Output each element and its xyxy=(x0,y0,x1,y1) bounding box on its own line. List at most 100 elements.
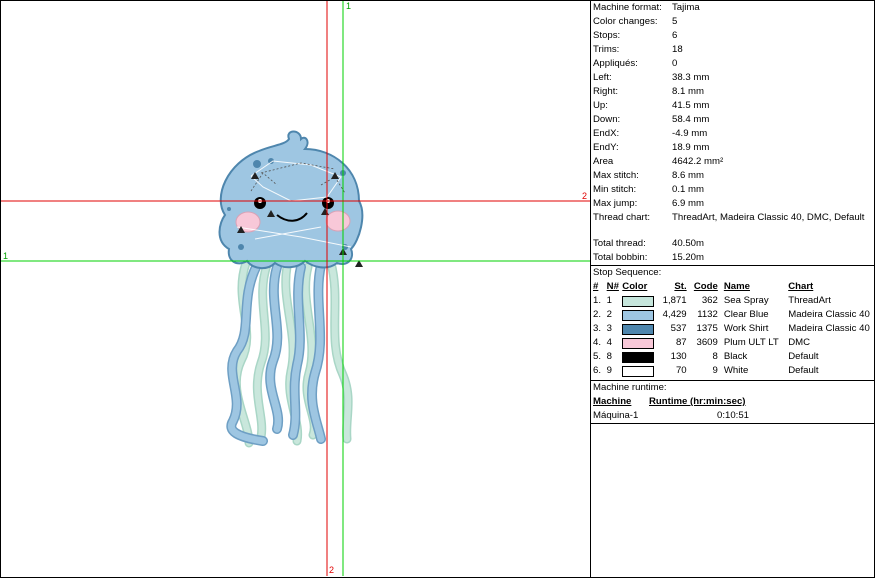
stop-index: 5. xyxy=(593,351,602,362)
stat-row: Right: 8.1 mm xyxy=(591,85,874,99)
stat-row: Appliqués: 0 xyxy=(591,57,874,71)
stitch-count: 537 xyxy=(670,323,687,334)
color-cell xyxy=(622,308,659,322)
stat-label: Down: xyxy=(593,114,621,125)
stop-sequence-row: 1. 1 1,871 362 Sea Spray ThreadArt xyxy=(591,294,874,308)
thread-chart: DMC xyxy=(788,337,811,348)
col-needle-header: N# xyxy=(606,281,619,292)
col-runtime-header: Runtime (hr:min:sec) xyxy=(649,396,746,407)
col-color-header: Color xyxy=(622,281,648,292)
stat-label: Total thread: xyxy=(593,238,646,249)
stop-sequence-row: 6. 9 70 9 White Default xyxy=(591,364,874,378)
machine-runtime-header: Machine Runtime (hr:min:sec) xyxy=(591,395,874,409)
stop-sequence-rows: 1. 1 1,871 362 Sea Spray ThreadArt 2. 2 4,429 113… xyxy=(591,294,874,378)
stat-value: 8.6 mm xyxy=(672,170,704,181)
green-axis-label-left: 1 xyxy=(3,251,9,261)
stat-value: 8.1 mm xyxy=(672,86,704,97)
col-stitches-header: St. xyxy=(674,281,687,292)
stat-label: Max stitch: xyxy=(593,170,639,181)
stat-value: 40.50m xyxy=(672,238,704,249)
thread-chart: Default xyxy=(788,365,819,376)
stat-row: Trims: 18 xyxy=(591,43,874,57)
stat-value: 58.4 mm xyxy=(672,114,710,125)
stat-label: Min stitch: xyxy=(593,184,637,195)
needle-number: 3 xyxy=(606,323,612,334)
stitch-count: 1,871 xyxy=(662,295,687,306)
color-swatch xyxy=(622,351,655,363)
stop-sequence-row: 4. 4 87 3609 Plum ULT LT DMC xyxy=(591,336,874,350)
stop-index: 2. xyxy=(593,309,602,320)
thread-name: White xyxy=(723,365,749,376)
color-swatch xyxy=(622,323,655,335)
color-cell xyxy=(622,364,659,378)
thread-name: Plum ULT LT xyxy=(723,337,779,348)
stat-label: Area xyxy=(593,156,614,167)
stat-value: 38.3 mm xyxy=(672,72,710,83)
col-index-header: # xyxy=(593,281,599,292)
stat-row: EndX: -4.9 mm xyxy=(591,127,874,141)
stat-row: Max stitch: 8.6 mm xyxy=(591,169,874,183)
needle-number: 8 xyxy=(606,351,612,362)
stop-index: 4. xyxy=(593,337,602,348)
red-axis-label-right: 2 xyxy=(582,191,588,201)
right-cheek xyxy=(325,210,351,232)
stat-row: EndY: 18.9 mm xyxy=(591,141,874,155)
color-swatch xyxy=(622,295,655,307)
stat-value: 0 xyxy=(672,58,678,69)
runtime-value: 0:10:51 xyxy=(717,410,750,421)
stat-value: 41.5 mm xyxy=(672,100,710,111)
col-machine-header: Machine xyxy=(593,396,632,407)
color-cell xyxy=(622,350,659,364)
stat-label: Max jump: xyxy=(593,198,638,209)
stat-label: Machine format: xyxy=(593,2,662,13)
color-cell xyxy=(622,322,659,336)
design-statistics: Machine format: Tajima Color changes: 5 Stop… xyxy=(591,1,874,265)
stop-sequence-header: # N# Color St. Code Name Chart xyxy=(591,280,874,294)
stat-value: 0.1 mm xyxy=(672,184,704,195)
stop-sequence-title: Stop Sequence: xyxy=(593,267,662,278)
thread-name: Black xyxy=(723,351,748,362)
stop-index: 1. xyxy=(593,295,602,306)
stat-label: Total bobbin: xyxy=(593,252,648,263)
stat-label: Stops: xyxy=(593,30,621,41)
design-preview: 1 1 2 2 xyxy=(1,1,590,576)
stat-value: ThreadArt, Madeira Classic 40, DMC, Defa… xyxy=(672,212,865,223)
stop-index: 6. xyxy=(593,365,602,376)
stat-label: Appliqués: xyxy=(593,58,638,69)
machine-runtime-row: Máquina-1 0:10:51 xyxy=(591,409,874,423)
green-axis-label-top: 1 xyxy=(346,1,352,11)
color-swatch xyxy=(622,309,655,321)
stat-row: Max jump: 6.9 mm xyxy=(591,197,874,211)
stop-index: 3. xyxy=(593,323,602,334)
thread-chart: Madeira Classic 40 xyxy=(788,323,870,334)
thread-name: Work Shirt xyxy=(723,323,769,334)
stat-label: Color changes: xyxy=(593,16,658,27)
stat-row: Min stitch: 0.1 mm xyxy=(591,183,874,197)
stat-label: Trims: xyxy=(593,44,620,55)
thread-code: 1375 xyxy=(696,323,718,334)
stat-label: EndY: xyxy=(593,142,619,153)
stop-sequence-row: 5. 8 130 8 Black Default xyxy=(591,350,874,364)
machine-name: Máquina-1 xyxy=(593,410,639,421)
thread-name: Sea Spray xyxy=(723,295,769,306)
needle-number: 2 xyxy=(606,309,612,320)
col-code-header: Code xyxy=(693,281,718,292)
jellyfish-embroidery-image xyxy=(1,1,590,576)
stop-sequence-row: 3. 3 537 1375 Work Shirt Madeira Classic 40 xyxy=(591,322,874,336)
stat-row: Left: 38.3 mm xyxy=(591,71,874,85)
stat-label: Up: xyxy=(593,100,608,111)
stat-value: 4642.2 mm² xyxy=(672,156,724,167)
stitch-count: 87 xyxy=(675,337,687,348)
color-swatch xyxy=(622,337,655,349)
stat-value: 6.9 mm xyxy=(672,198,704,209)
thread-code: 8 xyxy=(712,351,718,362)
stitch-count: 70 xyxy=(675,365,687,376)
stop-sequence-row: 2. 2 4,429 1132 Clear Blue Madeira Classic 40 xyxy=(591,308,874,322)
stat-row: Total thread: 40.50m xyxy=(591,237,874,251)
thread-chart: Default xyxy=(788,351,819,362)
col-name-header: Name xyxy=(723,281,750,292)
stat-value: 6 xyxy=(672,30,678,41)
needle-number: 1 xyxy=(606,295,612,306)
separator xyxy=(591,423,874,424)
stat-row: Machine format: Tajima xyxy=(591,1,874,15)
